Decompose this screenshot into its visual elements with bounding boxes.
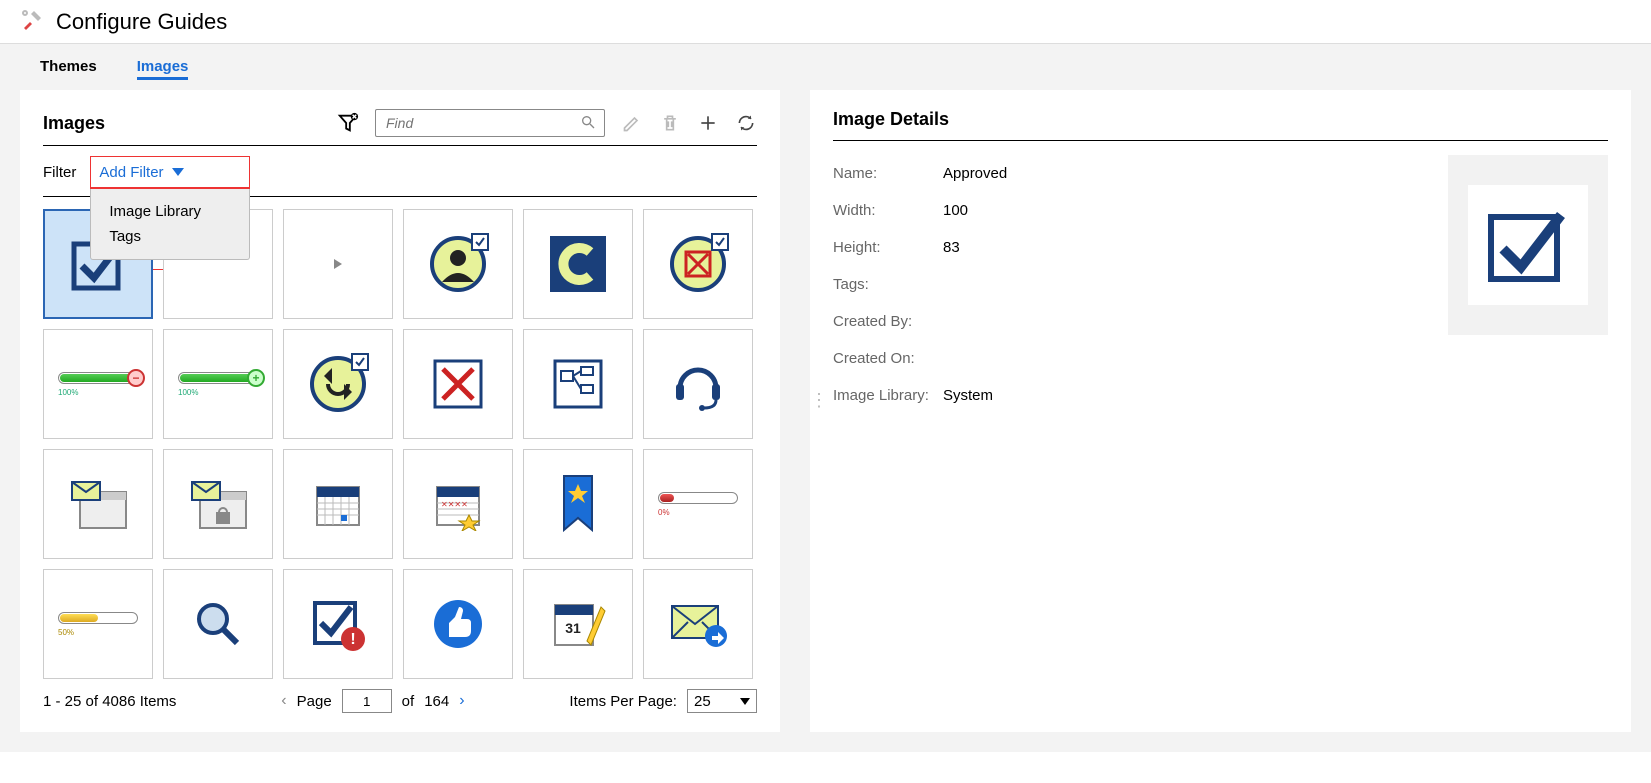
label-tags: Tags: — [833, 276, 943, 293]
pager-next[interactable]: › — [459, 692, 464, 710]
value-library: System — [943, 387, 993, 404]
pct-label: 100% — [178, 388, 258, 397]
image-thumb-battery-minus[interactable]: − 100% — [43, 329, 153, 439]
label-library: Image Library: — [833, 387, 943, 404]
image-thumb-battery-red[interactable]: 0% — [643, 449, 753, 559]
image-thumb-calendar-star[interactable]: ✕✕✕✕ — [403, 449, 513, 559]
image-thumb-reject[interactable] — [643, 209, 753, 319]
pager: 1 - 25 of 4086 Items ‹ Page of 164 › Ite… — [43, 679, 757, 713]
filter-row: Filter Add Filter Image Library Tags — [43, 146, 757, 197]
svg-text:31: 31 — [565, 620, 581, 636]
image-thumb-sync[interactable] — [283, 329, 393, 439]
search-icon[interactable] — [580, 114, 596, 133]
tab-themes[interactable]: Themes — [40, 58, 97, 80]
images-panel-title: Images — [43, 113, 105, 134]
filter-label: Filter — [43, 164, 76, 181]
label-width: Width: — [833, 202, 943, 219]
image-thumb-magnifier[interactable] — [163, 569, 273, 679]
image-thumb-c-logo[interactable] — [523, 209, 633, 319]
images-panel: Images — [20, 90, 780, 732]
label-created-on: Created On: — [833, 350, 943, 367]
tabs: Themes Images — [20, 44, 1631, 90]
ipp-label: Items Per Page: — [569, 693, 677, 710]
image-thumb-calendar[interactable] — [283, 449, 393, 559]
filter-option-tags[interactable]: Tags — [109, 224, 231, 249]
value-height: 83 — [943, 239, 960, 256]
add-icon[interactable] — [697, 112, 719, 134]
add-filter-button[interactable]: Add Filter — [99, 164, 183, 181]
pct-label: 0% — [658, 508, 738, 517]
ipp-value: 25 — [694, 693, 711, 710]
search-box[interactable] — [375, 109, 605, 137]
resize-grip-icon[interactable]: ⋮ — [810, 390, 826, 411]
filter-funnel-icon[interactable] — [337, 112, 359, 134]
svg-text:!: ! — [350, 631, 355, 648]
pager-total-pages: 164 — [424, 693, 449, 710]
filter-dropdown: Image Library Tags — [90, 189, 250, 260]
add-filter-container: Add Filter Image Library Tags — [90, 156, 250, 188]
triangle-down-icon — [740, 698, 750, 705]
app-header: Configure Guides — [0, 0, 1651, 44]
filter-option-image-library[interactable]: Image Library — [109, 199, 231, 224]
image-thumb-battery-yellow[interactable]: 50% — [43, 569, 153, 679]
label-created-by: Created By: — [833, 313, 943, 330]
details-panel: Image Details Name:Approved Width:100 He… — [810, 90, 1631, 732]
details-fields: Name:Approved Width:100 Height:83 Tags: … — [833, 155, 1428, 414]
image-thumb-check-alert[interactable]: ! — [283, 569, 393, 679]
image-thumb-flowchart[interactable] — [523, 329, 633, 439]
image-thumb-red-x[interactable] — [403, 329, 513, 439]
content-area: Themes Images Images — [0, 44, 1651, 752]
pager-prev[interactable]: ‹ — [281, 692, 286, 710]
refresh-icon[interactable] — [735, 112, 757, 134]
image-thumb-thumbs-up[interactable] — [403, 569, 513, 679]
label-height: Height: — [833, 239, 943, 256]
preview-image — [1468, 185, 1588, 305]
image-thumb-avatar[interactable] — [403, 209, 513, 319]
pager-range: 1 - 25 of 4086 Items — [43, 693, 176, 710]
triangle-down-icon — [172, 168, 184, 176]
delete-icon — [659, 112, 681, 134]
image-thumb-mail-forward[interactable] — [643, 569, 753, 679]
preview-box — [1448, 155, 1608, 335]
pager-page-label: Page — [297, 693, 332, 710]
pager-of-label: of — [402, 693, 415, 710]
edit-icon — [621, 112, 643, 134]
ipp-select[interactable]: 25 — [687, 689, 757, 713]
check-badge-icon — [471, 233, 489, 251]
add-filter-label: Add Filter — [99, 164, 163, 181]
details-title: Image Details — [833, 109, 1608, 141]
image-thumb-bookmark[interactable] — [523, 449, 633, 559]
image-thumb-calendar-edit[interactable]: 31 — [523, 569, 633, 679]
check-badge-icon — [711, 233, 729, 251]
image-thumb-battery-plus[interactable]: + 100% — [163, 329, 273, 439]
pct-label: 50% — [58, 628, 138, 637]
image-thumb-mail-window[interactable] — [43, 449, 153, 559]
svg-text:✕✕✕✕: ✕✕✕✕ — [441, 500, 468, 509]
image-thumb-mail-lock[interactable] — [163, 449, 273, 559]
image-thumb-play[interactable] — [283, 209, 393, 319]
tools-icon — [20, 8, 44, 35]
image-grid: − 100% + 100% — [43, 197, 757, 679]
pager-page-input[interactable] — [342, 689, 392, 713]
tab-images[interactable]: Images — [137, 58, 189, 80]
value-width: 100 — [943, 202, 968, 219]
value-name: Approved — [943, 165, 1007, 182]
pct-label: 100% — [58, 388, 138, 397]
label-name: Name: — [833, 165, 943, 182]
app-title: Configure Guides — [56, 9, 227, 35]
search-input[interactable] — [384, 114, 580, 132]
image-thumb-headset[interactable] — [643, 329, 753, 439]
check-badge-icon — [351, 353, 369, 371]
images-toolbar: Images — [43, 109, 757, 146]
